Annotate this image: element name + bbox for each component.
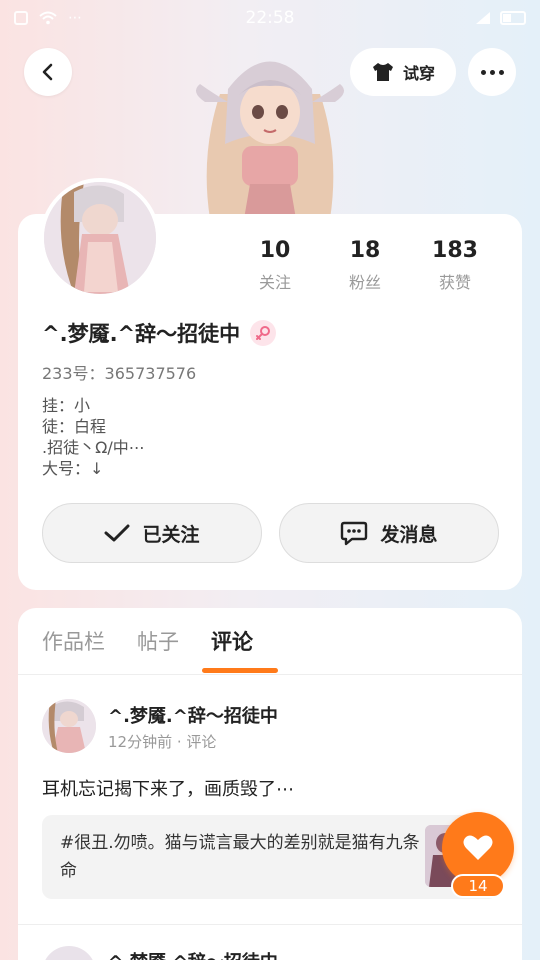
- heart-icon: [463, 835, 493, 860]
- chevron-left-icon: [42, 63, 53, 81]
- active-tab-indicator: [202, 668, 278, 673]
- stat-label: 获赞: [438, 273, 471, 292]
- stat-following[interactable]: 10 关注: [230, 238, 320, 293]
- stat-likes[interactable]: 183 获赞: [410, 238, 500, 293]
- stat-value: 183: [432, 238, 478, 263]
- post-divider: [18, 924, 522, 925]
- avatar-image: [44, 182, 156, 294]
- more-options-button[interactable]: [468, 48, 516, 96]
- post-author-avatar[interactable]: [42, 699, 96, 753]
- stat-value: 10: [259, 238, 291, 263]
- stat-label: 粉丝: [348, 273, 381, 292]
- tab-posts[interactable]: 帖子: [137, 626, 179, 656]
- bio-line: 挂：小: [42, 396, 91, 415]
- more-dot-icon: [489, 69, 495, 75]
- back-button[interactable]: [24, 48, 72, 96]
- chat-bubble-icon: [341, 521, 368, 546]
- female-icon: [250, 320, 277, 346]
- shirt-icon: [372, 63, 393, 81]
- profile-nickname: ^.梦魇.^辞～招徒中: [42, 322, 241, 346]
- profile-stats: 10 关注 18 粉丝 183 获赞: [230, 238, 500, 293]
- stat-value: 18: [349, 238, 381, 263]
- bio-line: 大号：↓: [42, 459, 104, 478]
- tab-divider: [18, 674, 522, 675]
- check-icon: [104, 524, 130, 542]
- post-author-name[interactable]: ^.梦魇.^辞～招徒中: [108, 702, 278, 728]
- status-time: 22:58: [245, 8, 295, 28]
- more-dot-icon: [498, 69, 504, 75]
- content-tabs: 作品栏 帖子 评论: [42, 626, 253, 656]
- try-on-button[interactable]: 试穿: [350, 48, 456, 96]
- nickname-row: ^.梦魇.^辞～招徒中: [42, 318, 277, 348]
- bio-line: .招徒丶Ω/中⋯: [42, 438, 145, 457]
- tab-comments[interactable]: 评论: [211, 626, 253, 656]
- avatar-character-illustration: [196, 61, 344, 219]
- quoted-text: #很丑.勿喷。猫与谎言最大的差别就是猫有九条命: [60, 833, 420, 881]
- profile-avatar[interactable]: [40, 178, 160, 298]
- tab-works[interactable]: 作品栏: [42, 626, 105, 656]
- send-message-button[interactable]: 发消息: [279, 503, 499, 563]
- stat-label: 关注: [258, 273, 291, 292]
- try-on-label: 试穿: [402, 64, 435, 83]
- followed-label: 已关注: [142, 523, 200, 546]
- post-text[interactable]: 耳机忘记揭下来了，画质毁了⋯: [42, 775, 294, 801]
- post-meta: 12分钟前 · 评论: [108, 733, 217, 751]
- followed-button[interactable]: 已关注: [42, 503, 262, 563]
- bio-line: 徒：白程: [42, 417, 107, 436]
- stat-followers[interactable]: 18 粉丝: [320, 238, 410, 293]
- battery-icon: [500, 11, 526, 25]
- more-dot-icon: [480, 69, 486, 75]
- post-author-name[interactable]: ^.梦魇.^辞～招徒中: [108, 948, 278, 960]
- message-label: 发消息: [380, 523, 438, 546]
- profile-bio: 挂：小 徒：白程 .招徒丶Ω/中⋯ 大号：↓: [42, 395, 145, 479]
- like-count: 14: [451, 874, 505, 898]
- status-bar: ⋯ 22:58: [0, 0, 540, 36]
- profile-uid: 233号：365737576: [42, 364, 197, 383]
